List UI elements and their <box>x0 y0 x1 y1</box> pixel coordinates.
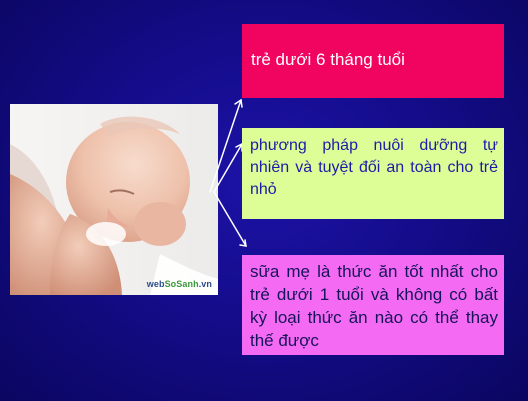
watermark: webSoSanh.vn <box>147 279 212 289</box>
text-box-infants: trẻ dưới 6 tháng tuổi <box>242 24 504 98</box>
watermark-prefix: web <box>146 279 165 289</box>
arrow-to-green <box>213 143 243 193</box>
arrowhead-pink <box>234 98 243 108</box>
baby-nursing-image <box>10 104 218 295</box>
text-box-natural-method: phương pháp nuôi dưỡng tự nhiên và tuyệt… <box>242 128 504 219</box>
breastfeeding-photo: webSoSanh.vn <box>10 104 218 295</box>
watermark-brand: SoSanh <box>164 279 199 289</box>
arrowhead-magenta <box>239 239 247 247</box>
watermark-suffix: .vn <box>198 279 212 289</box>
text-box-breast-milk: sữa mẹ là thức ăn tốt nhất cho trẻ dưới … <box>242 255 504 355</box>
